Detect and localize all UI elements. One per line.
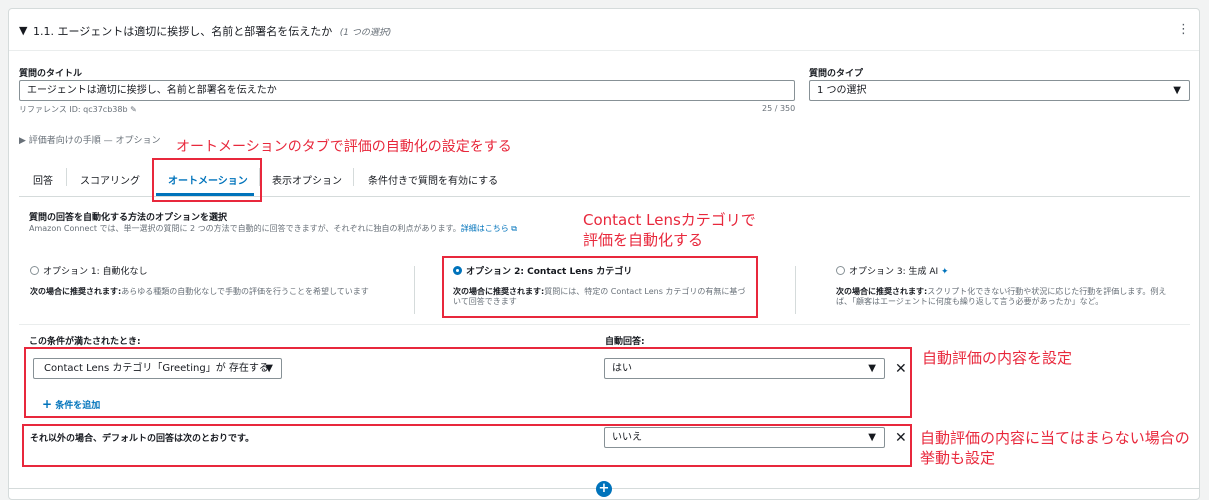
option-rec-text: あらゆる種類の自動化なしで手動の評価を行うことを希望しています [121, 287, 369, 296]
type-field-label: 質問のタイプ [809, 69, 864, 79]
edit-pencil-icon[interactable]: ✎ [130, 105, 137, 114]
dropdown-caret-icon: ▼ [1173, 85, 1181, 96]
title-input-value: エージェントは適切に挨拶し、名前と部署名を伝えたか [27, 85, 277, 96]
annotation-contact-lens-line1: Contact Lensカテゴリで [583, 211, 756, 229]
plus-icon: + [42, 397, 53, 411]
highlight-option-2 [442, 256, 758, 318]
title-input[interactable]: エージェントは適切に挨拶し、名前と部署名を伝えたか [19, 80, 795, 101]
condition-select[interactable]: Contact Lens カテゴリ「Greeting」が 存在する ▼ [33, 358, 282, 379]
annotation-default: 自動評価の内容に当てはまらない場合の 挙動も設定 [920, 428, 1190, 468]
annotation-automation-tab: オートメーションのタブで評価の自動化の設定をする [176, 139, 512, 155]
option-divider [414, 266, 415, 314]
option-no-automation[interactable]: オプション 1: 自動化なし 次の場合に推奨されます:あらゆる種類の自動化なしで… [30, 264, 380, 297]
auto-answer-select[interactable]: はい ▼ [604, 358, 885, 379]
learn-more-link[interactable]: 詳細はこちら [461, 224, 509, 233]
automation-heading: 質問の回答を自動化する方法のオプションを選択 [29, 213, 228, 223]
option-rec-label: 次の場合に推奨されます: [30, 287, 122, 296]
question-type-select[interactable]: 1 つの選択 ▼ [809, 80, 1190, 101]
annotation-default-line1: 自動評価の内容に当てはまらない場合の [920, 429, 1190, 447]
evaluator-instructions-label: 評価者向けの手順 — オプション [28, 136, 161, 146]
tab-answers[interactable]: 回答 [33, 172, 53, 187]
tab-display-options[interactable]: 表示オプション [272, 172, 342, 187]
external-link-icon: ⧉ [511, 224, 517, 233]
default-answer-value: いいえ [612, 432, 642, 443]
dropdown-caret-icon: ▼ [868, 363, 876, 374]
automation-description-text: Amazon Connect では、単一選択の質問に 2 つの方法で自動的に回答… [29, 224, 461, 233]
radio-button[interactable] [30, 266, 39, 275]
dropdown-caret-icon: ▼ [265, 363, 273, 374]
tab-scoring[interactable]: スコアリング [80, 172, 140, 187]
option-generative-ai[interactable]: オプション 3: 生成 AI ✦ 次の場合に推奨されます:スクリプト化できない行… [836, 264, 1176, 307]
add-condition-label: 条件を追加 [55, 401, 101, 411]
reference-id: リファレンス ID: qc37cb38b ✎ [19, 104, 137, 115]
question-header-text: 1.1. エージェントは適切に挨拶し、名前と部署名を伝えたか [33, 25, 333, 38]
auto-answer-label: 自動回答: [605, 337, 645, 347]
more-options-icon[interactable]: ⋮ [1177, 22, 1190, 37]
default-answer-label: それ以外の場合、デフォルトの回答は次のとおりです。 [30, 434, 255, 444]
evaluator-instructions-toggle[interactable]: ▶ 評価者向けの手順 — オプション [19, 133, 161, 146]
annotation-default-line2: 挙動も設定 [920, 449, 996, 467]
add-condition-button[interactable]: + 条件を追加 [42, 397, 100, 411]
annotation-contact-lens: Contact Lensカテゴリで 評価を自動化する [583, 210, 756, 250]
remove-default-icon[interactable]: ✕ [895, 430, 907, 446]
reference-id-text: リファレンス ID: qc37cb38b [19, 105, 128, 114]
automation-description: Amazon Connect では、単一選択の質問に 2 つの方法で自動的に回答… [29, 223, 517, 234]
tab-conditional[interactable]: 条件付きで質問を有効にする [368, 172, 498, 187]
option-title: オプション 1: 自動化なし [43, 267, 148, 277]
title-field-label: 質問のタイトル [19, 69, 83, 79]
char-counter: 25 / 350 [762, 104, 796, 113]
section-divider [19, 324, 1190, 325]
auto-answer-value: はい [612, 363, 632, 374]
expand-caret-icon: ▶ [19, 136, 26, 146]
dropdown-caret-icon: ▼ [868, 432, 876, 443]
remove-condition-icon[interactable]: ✕ [895, 361, 907, 377]
annotation-contact-lens-line2: 評価を自動化する [583, 231, 704, 249]
add-question-icon[interactable]: + [596, 481, 612, 497]
highlight-automation-tab [152, 158, 262, 202]
question-type-value: 1 つの選択 [817, 85, 867, 96]
option-rec-label: 次の場合に推奨されます: [836, 287, 928, 296]
default-answer-select[interactable]: いいえ ▼ [604, 427, 885, 448]
annotation-auto-eval: 自動評価の内容を設定 [922, 349, 1073, 367]
condition-value: Contact Lens カテゴリ「Greeting」が 存在する [44, 363, 269, 374]
collapse-caret-icon[interactable]: ▼ [19, 24, 27, 37]
tab-divider [66, 168, 67, 186]
condition-label: この条件が満たされたとき: [29, 337, 141, 347]
option-title: オプション 3: 生成 AI [849, 267, 939, 277]
question-type-hint: (1 つの選択) [339, 28, 392, 38]
option-divider [795, 266, 796, 314]
sparkle-icon: ✦ [941, 267, 949, 277]
tab-divider [353, 168, 354, 186]
question-title-header: 1.1. エージェントは適切に挨拶し、名前と部署名を伝えたか (1 つの選択) [33, 23, 391, 39]
header-divider [9, 50, 1199, 51]
radio-button[interactable] [836, 266, 845, 275]
